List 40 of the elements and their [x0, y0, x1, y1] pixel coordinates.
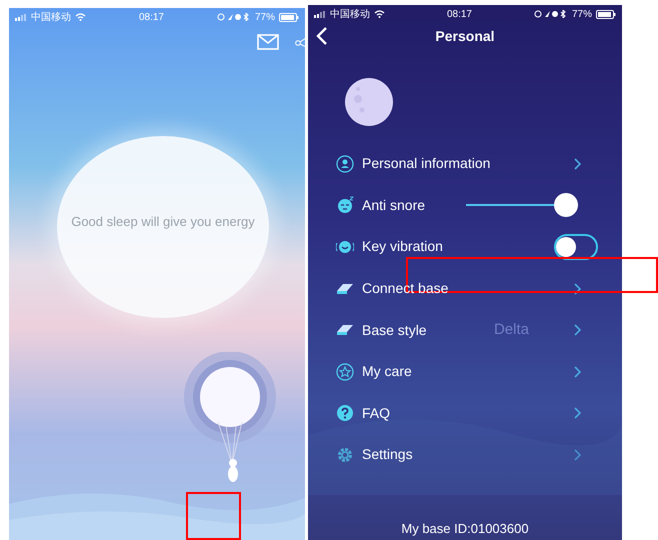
sleepy-face-icon [336, 196, 354, 214]
menu-item[interactable]: My care [308, 350, 622, 393]
annotation-box [186, 492, 241, 540]
carrier-name: 中国移动 [31, 10, 71, 24]
screen-title: Personal [434, 26, 496, 46]
back-icon[interactable] [316, 26, 328, 46]
help-icon [336, 404, 354, 422]
chevron-icon [573, 156, 582, 171]
battery-percent: 77% [254, 10, 275, 24]
chevron-icon [573, 364, 582, 379]
menu-value: Delta [494, 320, 529, 340]
slider-thumb[interactable] [554, 193, 578, 218]
signal-icon [314, 10, 326, 18]
menu-item[interactable]: Base style Delta [308, 309, 622, 351]
wifi-icon [374, 10, 385, 18]
battery-icon [279, 12, 299, 22]
menu-item[interactable]: Personal information [308, 143, 622, 185]
toggle-switch[interactable] [554, 234, 598, 260]
battery-icon [596, 10, 616, 18]
base-id-text: My base ID:01003600 [400, 520, 530, 538]
menu-item[interactable]: FAQ [308, 392, 622, 434]
wifi-icon [75, 13, 86, 21]
chevron-icon [573, 282, 582, 296]
signal-icon [15, 14, 27, 20]
chevron-icon [573, 448, 582, 462]
menu-label: Anti snore [362, 196, 426, 215]
chevron-icon [573, 406, 582, 420]
settings-icon [336, 446, 354, 464]
mail-icon[interactable] [257, 34, 279, 50]
chevron-icon [573, 323, 582, 338]
status-icons [216, 13, 251, 21]
person-icon [336, 154, 354, 173]
battery-percent: 77% [572, 8, 592, 22]
status-icons [534, 10, 568, 18]
status-time: 08:17 [446, 8, 473, 22]
moon-drawing [344, 77, 394, 127]
menu-label: Key vibration [362, 237, 444, 256]
tagline: Good sleep will give you energy [70, 213, 256, 231]
status-time: 08:17 [138, 10, 165, 24]
carrier-name: 中国移动 [330, 8, 370, 22]
